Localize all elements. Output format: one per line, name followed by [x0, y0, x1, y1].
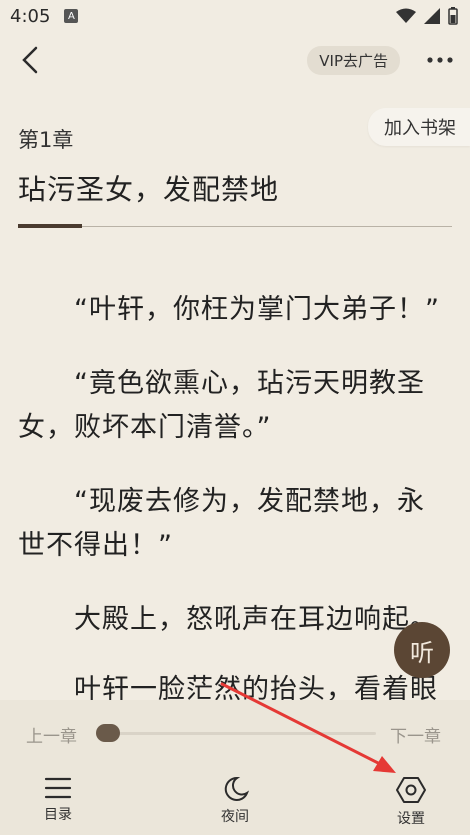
paragraph: 大殿上，怒吼声在耳边响起。 — [74, 604, 438, 635]
back-button[interactable] — [14, 44, 46, 76]
progress-slider-handle[interactable] — [96, 724, 120, 742]
chapter-title: 玷污圣女，发配禁地 — [18, 173, 280, 206]
title-divider-accent — [18, 224, 82, 228]
paragraph: 叶轩一脸茫然的抬头，看着眼 — [74, 674, 438, 700]
vip-remove-ads-button[interactable]: VIP去广告 — [307, 45, 400, 75]
chapter-progress-bar: 上一章 下一章 — [0, 700, 470, 766]
status-bar: 4:05 A — [0, 0, 470, 32]
more-dots-icon — [427, 57, 453, 63]
add-to-shelf-button[interactable]: 加入书架 — [368, 108, 470, 146]
battery-icon — [448, 7, 458, 25]
tab-night-mode[interactable]: 夜间 — [195, 776, 275, 826]
listen-button[interactable]: 听 — [394, 622, 450, 678]
tab-catalog[interactable]: 目录 — [18, 776, 98, 824]
paragraph: “叶轩，你枉为掌门大弟子！” — [74, 294, 440, 325]
prev-chapter-button[interactable]: 上一章 — [26, 722, 77, 747]
reading-area[interactable]: 第1章 加入书架 玷污圣女，发配禁地 “叶轩，你枉为掌门大弟子！” “竟色欲熏心… — [0, 88, 470, 700]
next-chapter-button[interactable]: 下一章 — [390, 722, 441, 747]
chevron-left-icon — [22, 46, 38, 74]
top-nav: VIP去广告 — [0, 32, 470, 88]
more-button[interactable] — [424, 48, 456, 72]
chapter-number: 第1章 — [18, 128, 74, 152]
bottom-toolbar: 目录 夜间 设置 — [0, 766, 470, 835]
list-icon — [44, 777, 72, 799]
tab-settings-label: 设置 — [397, 811, 425, 827]
signal-icon — [424, 8, 440, 24]
tab-settings[interactable]: 设置 — [371, 776, 451, 828]
notification-a-icon: A — [64, 9, 79, 23]
moon-icon — [224, 776, 249, 801]
title-divider — [18, 226, 452, 227]
progress-track[interactable] — [98, 732, 376, 735]
wifi-icon — [396, 8, 416, 23]
status-time: 4:05 — [10, 5, 51, 27]
settings-hexagon-icon — [396, 777, 426, 803]
paragraph: “竟色欲熏心，玷污天明教圣女，败坏本门清誉。” — [18, 368, 425, 443]
tab-catalog-label: 目录 — [44, 807, 72, 823]
paragraph: “现废去修为，发配禁地，永世不得出！” — [18, 486, 425, 561]
tab-night-label: 夜间 — [221, 809, 249, 825]
